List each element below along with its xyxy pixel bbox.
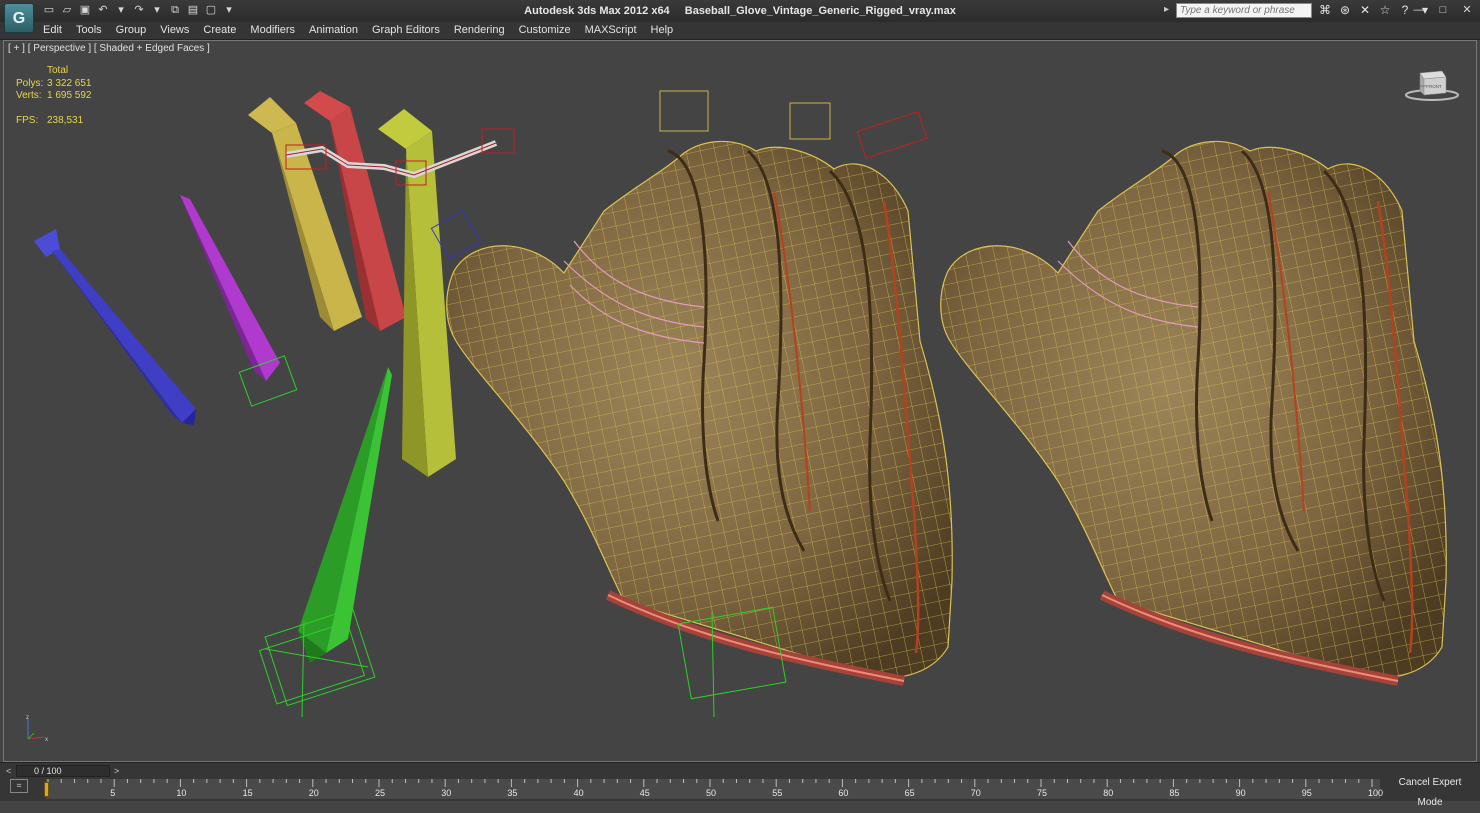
trackbar-tick-label: 55 [772,788,783,798]
axis-z-label: z [26,715,29,721]
fps-value: 238,531 [47,115,84,126]
menu-graph-editors[interactable]: Graph Editors [372,24,440,36]
viewcube[interactable]: FRONT RIGHT [1404,67,1460,103]
file-name: Baseball_Glove_Vintage_Generic_Rigged_vr… [684,5,956,17]
fps-label: FPS: [16,115,39,126]
window-controls: — □ ✕ [1412,3,1474,18]
axis-tripod: z x [26,715,48,743]
bone-purple[interactable] [180,195,298,407]
trackbar-tick-label: 60 [838,788,849,798]
perspective-viewport[interactable]: [ + ] [ Perspective ] [ Shaded + Edged F… [3,40,1477,762]
time-slider-prev-button[interactable]: < [6,766,11,776]
trackbar-tick-label: 10 [176,788,187,798]
trackbar-tick-label: 75 [1037,788,1048,798]
subscription-icon[interactable]: ⊛ [1338,3,1352,18]
trackbar-tick-label: 30 [441,788,452,798]
minimize-button[interactable]: — [1412,3,1426,18]
trackbar-tick-label: 70 [970,788,981,798]
trackbar-tick-label: 50 [706,788,717,798]
menu-bar: Edit Tools Group Views Create Modifiers Animat… [0,22,1480,40]
menu-animation[interactable]: Animation [309,24,358,36]
polys-value: 3 322 651 [47,77,92,89]
scene-canvas[interactable] [4,41,1477,762]
application-button[interactable]: G [4,3,34,33]
cancel-expert-mode-button[interactable]: Cancel Expert Mode [1386,773,1474,808]
menu-customize[interactable]: Customize [519,24,571,36]
trackbar-tick-label: 85 [1169,788,1180,798]
menu-tools[interactable]: Tools [76,24,102,36]
menu-help[interactable]: Help [651,24,674,36]
trackbar-tick-label: 15 [242,788,253,798]
stats-header: Total [47,65,69,76]
viewcube-front-label[interactable]: FRONT [1426,84,1442,89]
bone-blue[interactable] [34,229,196,425]
timeline-bar: < 0 / 100 > ⌗ 5 10 15 20 25 30 35 40 45 50 55 60 65 7… [0,762,1480,808]
menu-items: Edit Tools Group Views Create Modifiers Animat… [43,24,673,36]
bone-green[interactable] [258,367,392,718]
close-button[interactable]: ✕ [1460,3,1474,18]
menu-rendering[interactable]: Rendering [454,24,505,36]
trackbar-tick-label: 35 [507,788,518,798]
title-bar: ▭ ▱ ▣ ↶ ▾ ↷ ▾ ⧉ ▤ ▢ ▾ Autodesk 3ds Max 2012 x64 Ba… [0,0,1480,23]
viewport-label[interactable]: [ + ] [ Perspective ] [ Shaded + Edged F… [8,43,210,54]
trackbar-tick-label: 20 [308,788,319,798]
binoculars-icon[interactable]: ⌘ [1318,3,1332,18]
menu-edit[interactable]: Edit [43,24,62,36]
verts-label: Verts: [16,90,42,101]
menu-modifiers[interactable]: Modifiers [250,24,295,36]
viewcube-side-label[interactable]: RIGHT [1417,84,1427,88]
axis-x-label: x [45,737,48,743]
help-icon[interactable]: ? [1398,3,1412,18]
trackbar-tick-label: 65 [904,788,915,798]
time-slider[interactable] [16,765,110,777]
polys-label: Polys: [16,77,44,89]
glove-shaded-model[interactable] [940,140,1447,686]
trackbar-tick-label: 95 [1301,788,1312,798]
communication-icon[interactable]: ✕ [1358,3,1372,18]
menu-maxscript[interactable]: MAXScript [585,24,637,36]
menu-create[interactable]: Create [203,24,236,36]
trackbar-tick-label: 40 [573,788,584,798]
search-input[interactable] [1176,3,1312,18]
search-expand-icon[interactable]: ▸ [1164,4,1169,15]
trackbar-tick-label: 80 [1103,788,1114,798]
menu-group[interactable]: Group [116,24,147,36]
maximize-button[interactable]: □ [1436,3,1450,18]
app-title: Autodesk 3ds Max 2012 x64 [524,5,670,17]
menu-views[interactable]: Views [160,24,189,36]
glove-rigged-wireframe[interactable] [446,90,953,718]
favorites-star-icon[interactable]: ☆ [1378,3,1392,18]
frame-display: 0 / 100 [34,766,62,776]
trackbar-tick-label: 100 [1368,788,1384,798]
verts-value: 1 695 592 [47,90,92,101]
trackbar-tick-label: 45 [639,788,650,798]
trackbar-tick-label: 5 [110,788,116,798]
trackbar-labels: 5 10 15 20 25 30 35 40 45 50 55 60 65 70 75 80 85 90 95 100 [0,788,1384,801]
trackbar-tick-label: 25 [375,788,386,798]
trackbar-tick-label: 90 [1235,788,1246,798]
time-slider-next-button[interactable]: > [114,766,119,776]
